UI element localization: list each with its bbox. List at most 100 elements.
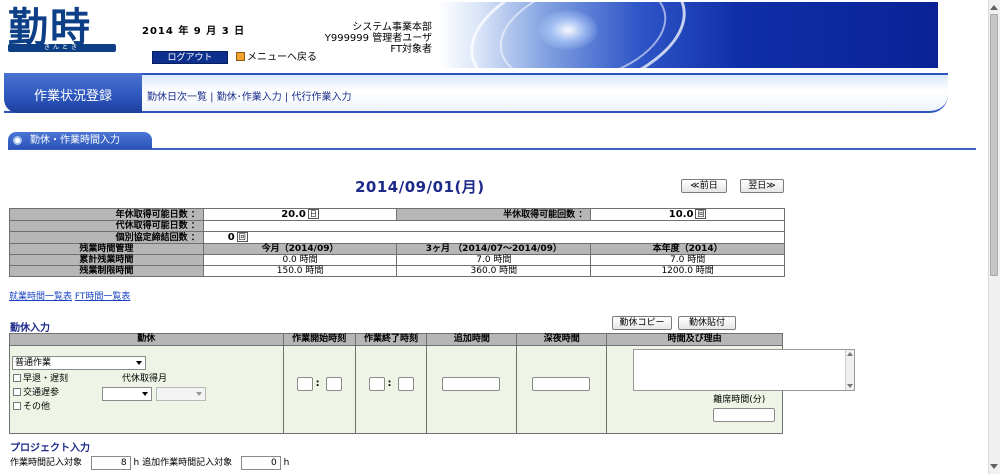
section-divider (8, 148, 976, 150)
work-time-list-link[interactable]: 就業時間一覧表 (9, 292, 72, 302)
start-minute-input[interactable] (325, 377, 342, 391)
user-category: FT対象者 (390, 44, 432, 55)
work-input-title: 勤休入力 (10, 323, 50, 334)
project-input-row: 作業時間記入対象 8 h 追加作業時間記入対象 0 h (10, 455, 289, 471)
absence-time-input[interactable] (713, 408, 776, 422)
transport-delay-checkbox[interactable]: 交通遅参 (13, 388, 59, 399)
cell-value: 1200.0 時間 (590, 265, 785, 277)
checkbox-icon (13, 402, 21, 410)
summary-table: 年休取得可能日数 ： 20.0 日 半休取得可能回数 ： 10.0 回 代休取得可能… (9, 208, 786, 277)
work-time-unit: h (133, 458, 140, 468)
table-row: 個別協定締結回数 ： 0回 (9, 231, 786, 244)
end-minute-input[interactable] (397, 377, 414, 391)
nav-link-proxy-input[interactable]: 代行作業入力 (291, 92, 351, 103)
absence-time-label: 離席時間(分) (713, 395, 766, 405)
unit-day: 日 (307, 209, 319, 219)
table-row: 普通作業 早退・遅刻 代休取得月 交通遅参 その他 : : 離席時間(分) (9, 345, 856, 434)
cell-value: 7.0 時間 (590, 254, 785, 266)
cell-value: 360.0 時間 (396, 265, 592, 277)
col-header-extra-time: 追加時間 (426, 333, 518, 346)
col-header-night-time: 深夜時間 (516, 333, 608, 346)
prev-day-button[interactable]: ≪前日 (681, 179, 727, 193)
table-row: 残業時間管理 今月（2014/09） 3ヶ月 （2014/07～2014/09）… (9, 243, 785, 255)
table-row: 代休取得可能日数 ： (9, 220, 786, 232)
annual-leave-value: 20.0 日 (202, 208, 398, 221)
other-checkbox[interactable]: その他 (13, 402, 50, 413)
nav-separator: | (281, 92, 292, 103)
chevron-down-icon (196, 392, 202, 396)
user-info: システム事業本部 Y999999 管理者ユーザ FT対象者 (300, 22, 432, 55)
col-header-reason: 時間及び理由 (606, 333, 783, 346)
row-label-limit: 残業制限時間 (9, 265, 204, 277)
cell-value: 0.0 時間 (202, 254, 398, 266)
checkbox-icon (13, 388, 21, 396)
current-date: 2014/09/01(月) (355, 178, 485, 196)
work-time-label: 作業時間記入対象 (10, 458, 83, 468)
overtime-header: 残業時間管理 (9, 243, 204, 255)
page-title: 作業状況登録 (33, 89, 112, 104)
comp-leave-month-select[interactable] (156, 387, 206, 401)
reason-textarea[interactable] (633, 349, 856, 391)
extra-work-time-label: 追加作業時間記入対象 (142, 458, 233, 468)
individual-agreement-label: 個別協定締結回数 ： (9, 231, 204, 244)
extra-time-input[interactable] (442, 377, 501, 391)
comp-leave-year-select[interactable] (102, 387, 152, 401)
col-header-attendance: 勤休 (9, 333, 284, 346)
end-time-cell: : (354, 345, 428, 434)
extra-work-time-unit: h (283, 458, 290, 468)
user-id-name: Y999999 管理者ユーザ (324, 33, 432, 44)
unit-count: 回 (236, 232, 248, 242)
comp-leave-month-label: 代休取得月 (122, 374, 168, 384)
next-day-button[interactable]: 翌日≫ (740, 179, 784, 193)
half-leave-value: 10.0 回 (590, 208, 785, 221)
comp-leave-label: 代休取得可能日数 ： (9, 220, 204, 232)
checkbox-icon (13, 374, 21, 382)
work-input-table: 勤休 作業開始時刻 作業終了時刻 追加時間 深夜時間 時間及び理由 普通作業 早… (9, 333, 856, 434)
banner-glow (538, 10, 598, 50)
project-input-title: プロジェクト入力 (10, 443, 90, 454)
section-title: 勤休・作業時間入力 (30, 135, 120, 146)
col-header-year: 本年度（2014） (590, 243, 785, 255)
summary-links: 就業時間一覧表 FT時間一覧表 (9, 289, 130, 302)
nav-link-daily-list[interactable]: 勤休日次一覧 (147, 92, 207, 103)
chevron-down-icon (847, 384, 854, 388)
table-row: 累計残業時間 0.0 時間 7.0 時間 7.0 時間 (9, 254, 785, 266)
nav-link-work-input[interactable]: 勤休･作業入力 (217, 92, 282, 103)
user-department: システム事業本部 (352, 22, 432, 33)
logout-button[interactable]: ログアウト (152, 51, 228, 64)
row-label-cumulative: 累計残業時間 (9, 254, 204, 266)
cell-value: 150.0 時間 (202, 265, 398, 277)
table-row: 残業制限時間 150.0 時間 360.0 時間 1200.0 時間 (9, 265, 785, 277)
extra-work-time-input[interactable]: 0 (240, 455, 281, 470)
extra-time-cell (426, 345, 518, 434)
comp-leave-value (202, 220, 786, 232)
scroll-up-arrow-icon[interactable] (990, 3, 998, 11)
scroll-down-arrow-icon[interactable] (990, 463, 998, 471)
col-header-month: 今月（2014/09） (202, 243, 398, 255)
cell-value: 7.0 時間 (396, 254, 592, 266)
time-separator: : (315, 378, 320, 389)
copy-attendance-button[interactable]: 勤休コピー (612, 316, 672, 330)
end-hour-input[interactable] (368, 377, 385, 391)
work-time-input[interactable]: 8 (90, 455, 131, 470)
header-banner (438, 2, 938, 68)
scrollbar-thumb[interactable] (990, 14, 998, 276)
ft-time-list-link[interactable]: FT時間一覧表 (75, 292, 131, 302)
work-type-select[interactable]: 普通作業 (12, 356, 146, 370)
col-header-start-time: 作業開始時刻 (282, 333, 356, 346)
early-late-checkbox[interactable]: 早退・遅刻 (13, 374, 68, 385)
textarea-scrollbar[interactable] (845, 350, 855, 390)
table-row: 年休取得可能日数 ： 20.0 日 半休取得可能回数 ： 10.0 回 (9, 208, 785, 221)
circle-bullet-icon (13, 136, 22, 145)
chevron-up-icon (847, 352, 854, 356)
chevron-down-icon (136, 361, 142, 365)
night-time-input[interactable] (532, 377, 591, 391)
nav-separator: | (207, 92, 217, 103)
paste-attendance-button[interactable]: 勤休貼付 (678, 316, 736, 330)
start-hour-input[interactable] (296, 377, 313, 391)
table-header-row: 勤休 作業開始時刻 作業終了時刻 追加時間 深夜時間 時間及び理由 (9, 333, 783, 346)
nav-links: 勤休日次一覧 | 勤休･作業入力 | 代行作業入力 (147, 88, 351, 103)
nav-bar (4, 73, 948, 113)
logo-subtext: きんとき (43, 44, 80, 51)
header-date: 2014 年 9 月 3 日 (142, 26, 246, 37)
